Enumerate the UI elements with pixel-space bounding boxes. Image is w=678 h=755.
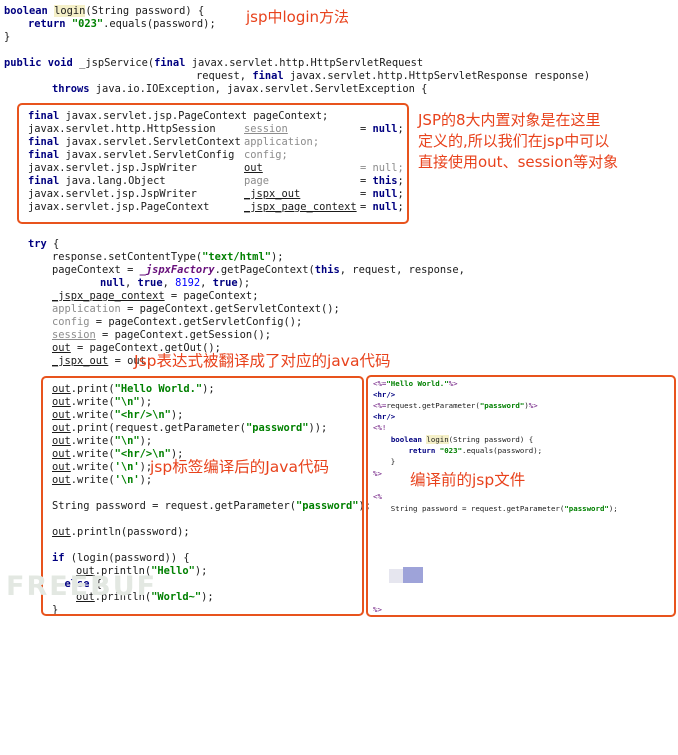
code-line-login-return: return "023".equals(password); — [28, 18, 216, 30]
annotation-jsp-source: 编译前的jsp文件 — [410, 471, 526, 489]
annotation-tag-compiled: jsp标签编译后的Java代码 — [150, 458, 329, 476]
annotation-implicit-objects-1: JSP的8大内置对象是在这里 — [418, 111, 601, 129]
try-line: _jspx_page_context = pageContext; — [52, 290, 259, 302]
try-line: application = pageContext.getServletCont… — [52, 303, 340, 315]
code-line-login-close: } — [4, 31, 11, 43]
annotation-expression: Jsp表达式被翻译成了对应的java代码 — [134, 352, 391, 370]
jsp-source-box — [366, 375, 676, 617]
code-line-login-sig: boolean login(String password) { — [4, 5, 205, 17]
code-line-service-2: request, final javax.servlet.http.HttpSe… — [196, 70, 591, 82]
annotation-implicit-objects-2: 定义的,所以我们在jsp中可以 — [418, 132, 610, 150]
try-line: config = pageContext.getServletConfig(); — [52, 316, 303, 328]
try-line: try { — [28, 238, 60, 250]
code-line-service-1: public void _jspService(final javax.serv… — [4, 57, 424, 69]
code-line-service-3: throws java.io.IOException, javax.servle… — [52, 83, 428, 95]
freebuf-watermark: FREEBUF — [6, 571, 158, 602]
try-line: response.setContentType("text/html"); — [52, 251, 284, 263]
try-line: null, true, 8192, true); — [100, 277, 251, 289]
try-line: pageContext = _jspxFactory.getPageContex… — [52, 264, 465, 276]
annotation-login-method: jsp中login方法 — [246, 8, 350, 26]
try-line: session = pageContext.getSession(); — [52, 329, 271, 341]
annotation-implicit-objects-3: 直接使用out、session等对象 — [418, 153, 619, 171]
implicit-objects-box — [17, 103, 409, 224]
